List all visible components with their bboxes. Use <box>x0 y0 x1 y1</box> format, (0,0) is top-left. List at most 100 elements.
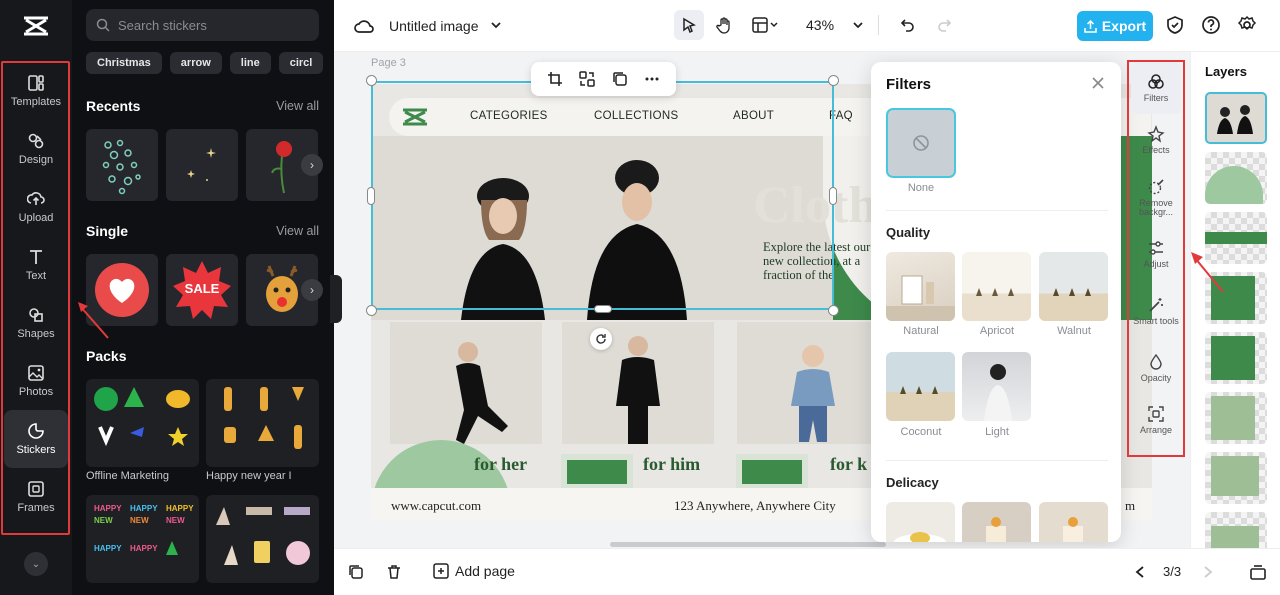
horizontal-scrollbar[interactable] <box>610 542 886 547</box>
layer-item[interactable] <box>1205 212 1267 264</box>
pack-happy-new-year-ii[interactable]: HAPPY HAPPY HAPPY NEW NEW NEW HAPPY HAPPY <box>86 495 199 583</box>
undo-button[interactable] <box>893 10 923 40</box>
cake-thumbnail <box>1063 517 1083 542</box>
svg-text:HAPPY: HAPPY <box>130 504 158 513</box>
pack-offline-marketing[interactable] <box>86 379 199 467</box>
pack-happy-new-year[interactable] <box>206 379 319 467</box>
export-button[interactable]: Export <box>1077 11 1153 41</box>
product-photo-him[interactable] <box>562 322 714 444</box>
filter-label: Apricot <box>979 325 1015 337</box>
sticker-heart[interactable] <box>86 254 158 326</box>
trash-icon[interactable] <box>386 564 402 580</box>
search-input[interactable] <box>118 17 298 33</box>
capcut-logo-icon[interactable] <box>20 12 52 40</box>
export-icon <box>1084 19 1097 33</box>
chip-circle[interactable]: circl <box>278 52 324 74</box>
next-page-icon[interactable] <box>1202 565 1214 579</box>
cursor-icon <box>683 17 696 33</box>
resize-handle-right[interactable] <box>829 187 837 205</box>
search-bar[interactable] <box>86 9 319 41</box>
layer-item[interactable] <box>1205 392 1267 444</box>
panel-collapse-handle[interactable] <box>330 275 342 323</box>
bottom-bar: Add page 3/3 <box>334 548 1280 595</box>
layer-item[interactable] <box>1205 512 1267 548</box>
duplicate-page-icon[interactable] <box>348 564 364 580</box>
help-icon[interactable] <box>1201 15 1221 35</box>
product-photo-kids[interactable] <box>737 322 889 444</box>
chevron-down-icon[interactable]: ⌄ <box>24 552 48 576</box>
layer-item[interactable] <box>1205 272 1267 324</box>
filter-apricot[interactable] <box>962 252 1031 321</box>
filter-walnut[interactable] <box>1039 252 1108 321</box>
filter-delicacy-2[interactable] <box>962 502 1031 542</box>
resize-handle-bottom-right[interactable] <box>828 305 839 316</box>
resize-handle-bottom[interactable] <box>594 305 612 313</box>
delicacy-section-title: Delicacy <box>886 475 939 490</box>
divider <box>878 15 880 35</box>
document-title[interactable]: Untitled image <box>389 18 479 34</box>
filter-label: Natural <box>903 325 939 337</box>
single-view-all-link[interactable]: View all <box>276 224 319 238</box>
filter-coconut[interactable] <box>886 352 955 421</box>
more-options-icon[interactable] <box>644 71 660 87</box>
previous-page-icon[interactable] <box>1134 565 1146 579</box>
chip-line[interactable]: line <box>229 52 271 74</box>
left-rail: Templates Design Upload Text Shapes Phot… <box>0 0 72 595</box>
footer-website: www.capcut.com <box>391 498 482 513</box>
sticker-sparkles[interactable] <box>166 129 238 201</box>
layer-item[interactable] <box>1205 92 1267 144</box>
packs-title: Packs <box>86 348 127 364</box>
pack-happy-new-year-iii[interactable] <box>206 495 319 583</box>
top-bar: Untitled image 43% Export <box>334 0 1280 52</box>
chevron-down-icon[interactable] <box>852 19 864 31</box>
settings-gear-icon[interactable] <box>1237 15 1257 35</box>
filter-delicacy-3[interactable] <box>1039 502 1108 542</box>
sticker-bubbles[interactable] <box>86 129 158 201</box>
layer-item[interactable] <box>1205 332 1267 384</box>
chip-christmas[interactable]: Christmas <box>86 52 162 74</box>
resize-handle-top-right[interactable] <box>828 75 839 86</box>
recents-view-all-link[interactable]: View all <box>276 99 319 113</box>
filter-none[interactable] <box>886 108 956 178</box>
layer-item[interactable] <box>1205 452 1267 504</box>
filter-light[interactable] <box>962 352 1031 421</box>
replace-icon[interactable] <box>579 71 596 87</box>
layer-item[interactable] <box>1205 152 1267 204</box>
cloud-sync-icon[interactable] <box>354 17 374 35</box>
add-page-button[interactable]: Add page <box>433 563 515 579</box>
frame-photo-thumbnail <box>886 275 955 321</box>
hand-tool-button[interactable] <box>710 10 740 40</box>
resize-handle-left[interactable] <box>367 187 375 205</box>
chevron-down-icon[interactable] <box>490 19 502 31</box>
filter-delicacy-1[interactable] <box>886 502 955 542</box>
selection-box[interactable] <box>371 81 834 310</box>
top-right-icons <box>1165 15 1257 35</box>
sparkle-sticker-icon <box>187 148 216 181</box>
shield-icon[interactable] <box>1165 15 1185 35</box>
redo-button[interactable] <box>929 10 959 40</box>
filter-natural[interactable] <box>886 252 955 321</box>
floating-toolbar <box>531 62 676 96</box>
marketing-pack-preview-icon <box>94 387 190 447</box>
sticker-sale[interactable]: SALE <box>166 254 238 326</box>
resize-handle-bottom-left[interactable] <box>366 305 377 316</box>
pack-label: Happy new year I <box>206 470 292 482</box>
single-next-button[interactable]: › <box>301 279 323 301</box>
rose-sticker-icon <box>271 141 292 194</box>
product-photo-her[interactable] <box>390 322 542 444</box>
chip-arrow[interactable]: arrow <box>169 52 222 74</box>
desert-thumbnail <box>976 288 1014 296</box>
filter-label: Walnut <box>1057 325 1091 337</box>
rotate-handle[interactable] <box>590 328 612 350</box>
resize-handle-top-left[interactable] <box>366 75 377 86</box>
pages-panel-icon[interactable] <box>1249 563 1267 581</box>
duplicate-icon[interactable] <box>612 71 628 87</box>
close-icon[interactable] <box>1091 76 1105 90</box>
layout-dropdown-button[interactable] <box>746 10 786 40</box>
add-page-label: Add page <box>455 563 515 579</box>
select-tool-button[interactable] <box>674 10 704 40</box>
zoom-level[interactable]: 43% <box>806 17 834 33</box>
filters-panel: Filters None Quality Natural Apricot Wal… <box>871 62 1121 542</box>
recents-next-button[interactable]: › <box>301 154 323 176</box>
crop-icon[interactable] <box>547 71 563 87</box>
